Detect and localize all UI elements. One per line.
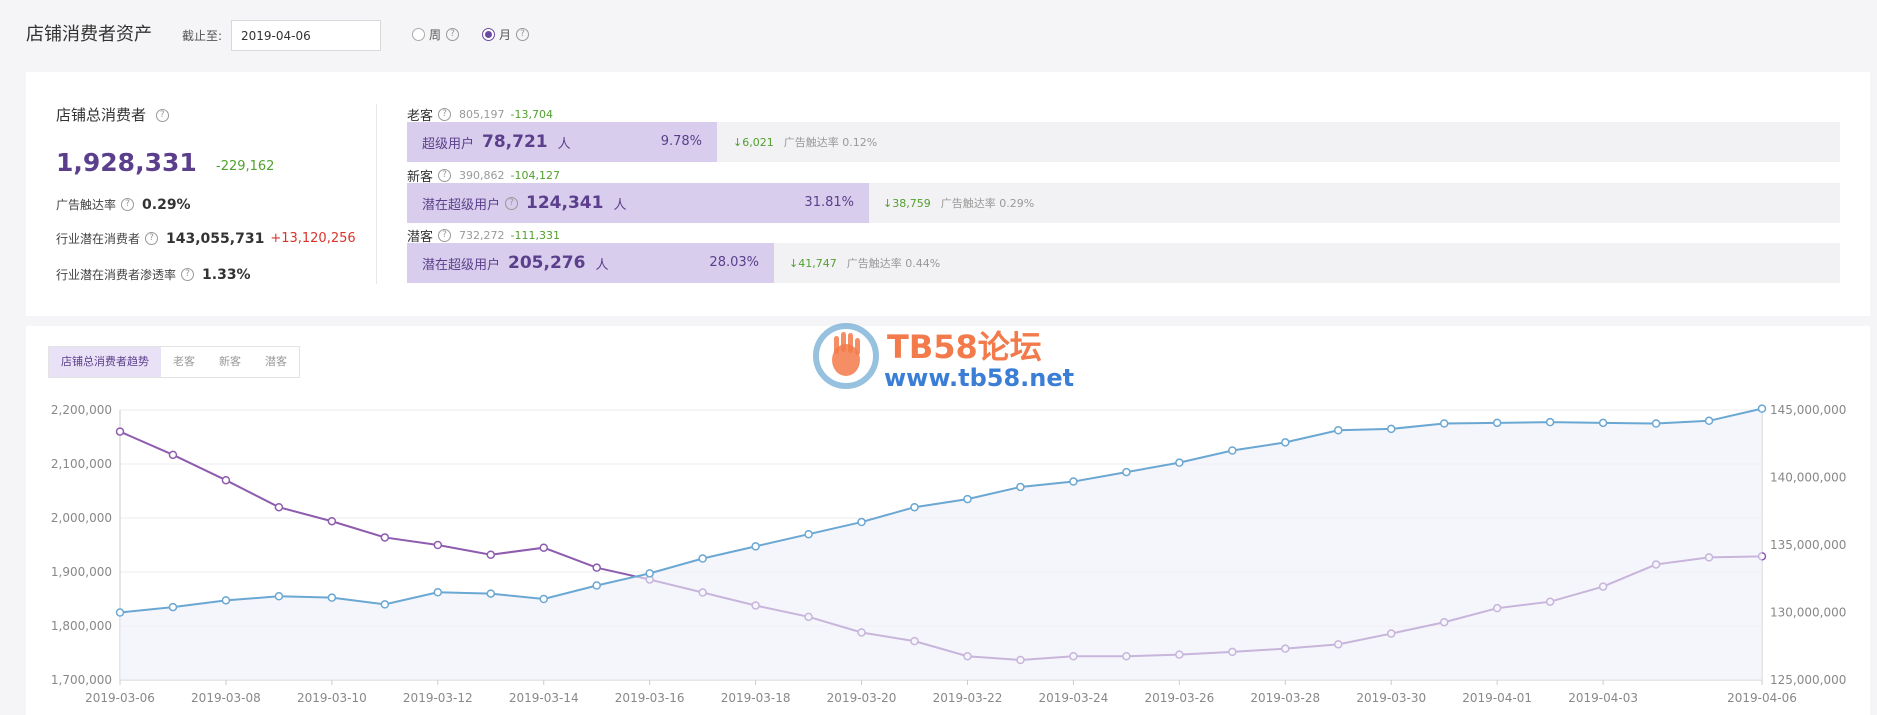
y-right-tick-label: 135,000,000 xyxy=(1770,538,1846,552)
x-tick-label: 2019-03-28 xyxy=(1250,691,1320,705)
x-tick-label: 2019-03-14 xyxy=(509,691,579,705)
data-point xyxy=(1651,419,1661,428)
y-right-tick-label: 130,000,000 xyxy=(1770,606,1846,620)
data-point xyxy=(380,600,390,609)
data-point xyxy=(221,596,231,605)
y-left-tick-label: 2,000,000 xyxy=(51,511,112,525)
x-tick-label: 2019-03-10 xyxy=(297,691,367,705)
data-point xyxy=(274,502,284,512)
y-left-tick-label: 2,200,000 xyxy=(51,403,112,417)
data-point xyxy=(539,594,548,604)
data-point xyxy=(1545,417,1555,427)
y-right-tick-label: 125,000,000 xyxy=(1770,673,1846,687)
x-tick-label: 2019-03-06 xyxy=(85,691,155,705)
watermark: TB58论坛 www.tb58.net xyxy=(812,322,1075,392)
data-point xyxy=(857,517,866,527)
data-point xyxy=(698,554,707,563)
y-right-tick-label: 145,000,000 xyxy=(1770,403,1846,417)
data-point xyxy=(168,450,178,460)
data-point xyxy=(1069,477,1078,486)
data-point xyxy=(1281,438,1290,447)
series-area xyxy=(120,408,1762,680)
data-point xyxy=(1492,418,1502,428)
y-left-tick-label: 1,700,000 xyxy=(51,673,112,687)
data-point xyxy=(1334,426,1343,435)
data-point xyxy=(486,589,496,598)
data-point xyxy=(486,550,496,559)
x-tick-label: 2019-04-06 xyxy=(1727,691,1797,705)
data-point xyxy=(168,602,178,612)
x-tick-label: 2019-03-22 xyxy=(933,691,1003,705)
data-point xyxy=(115,608,125,617)
data-point xyxy=(1016,482,1025,492)
y-left-tick-label: 2,100,000 xyxy=(51,457,112,471)
data-point xyxy=(433,540,443,550)
x-tick-label: 2019-03-24 xyxy=(1039,691,1109,705)
data-point xyxy=(221,475,231,485)
data-point xyxy=(380,533,390,542)
data-point xyxy=(592,581,601,590)
data-point xyxy=(1757,404,1767,413)
y-right-tick-label: 140,000,000 xyxy=(1770,471,1846,485)
data-point xyxy=(592,563,601,572)
data-point xyxy=(115,427,125,436)
data-point xyxy=(963,494,972,504)
data-point xyxy=(1704,416,1714,426)
data-point xyxy=(1228,446,1237,455)
data-point xyxy=(804,529,813,539)
data-point xyxy=(1386,424,1396,434)
x-tick-label: 2019-03-18 xyxy=(721,691,791,705)
data-point xyxy=(433,588,443,597)
data-point xyxy=(1122,467,1131,477)
watermark-title: TB58论坛 xyxy=(887,328,1042,366)
x-tick-label: 2019-03-30 xyxy=(1356,691,1426,705)
x-tick-label: 2019-03-26 xyxy=(1144,691,1214,705)
data-point xyxy=(910,502,919,512)
x-tick-label: 2019-03-12 xyxy=(403,691,473,705)
hand-logo-icon xyxy=(813,323,879,389)
data-point xyxy=(539,543,548,552)
watermark-url: www.tb58.net xyxy=(884,364,1075,392)
data-point xyxy=(1439,419,1449,428)
data-point xyxy=(1598,418,1608,428)
data-point xyxy=(274,592,284,601)
data-point xyxy=(751,542,760,551)
x-tick-label: 2019-03-08 xyxy=(191,691,261,705)
y-left-tick-label: 1,800,000 xyxy=(51,619,112,633)
y-left-tick-label: 1,900,000 xyxy=(51,565,112,579)
data-point xyxy=(1175,458,1184,467)
x-tick-label: 2019-04-03 xyxy=(1568,691,1638,705)
data-point xyxy=(327,593,337,602)
data-point xyxy=(327,516,337,526)
x-tick-label: 2019-04-01 xyxy=(1462,691,1532,705)
x-tick-label: 2019-03-20 xyxy=(827,691,897,705)
x-tick-label: 2019-03-16 xyxy=(615,691,685,705)
data-point xyxy=(645,569,654,578)
